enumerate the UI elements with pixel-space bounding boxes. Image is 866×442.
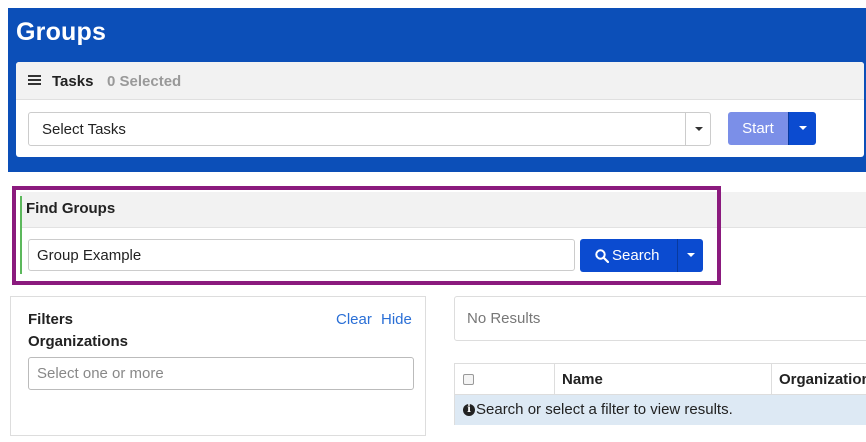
list-icon: [28, 75, 41, 86]
select-all-checkbox[interactable]: [463, 374, 474, 385]
select-tasks-dropdown[interactable]: Select Tasks: [28, 112, 711, 146]
results-table: Name Organization i Search or select a f…: [454, 363, 866, 425]
empty-results-row: i Search or select a filter to view resu…: [455, 395, 866, 425]
filters-panel: Filters Clear Hide Organizations: [10, 296, 426, 436]
info-circle-icon: i: [463, 404, 475, 416]
panel-accent-line: [20, 196, 22, 274]
results-summary-box: No Results: [454, 296, 866, 341]
select-tasks-caret[interactable]: [685, 113, 711, 145]
select-all-cell: [455, 364, 555, 395]
tasks-selected-count: 0 Selected: [107, 73, 182, 90]
search-button[interactable]: Search: [580, 239, 677, 272]
start-button[interactable]: Start: [728, 112, 788, 145]
tasks-label: Tasks: [52, 73, 94, 90]
chevron-down-icon: [799, 126, 807, 130]
search-button-label: Search: [612, 247, 660, 264]
column-header-organization[interactable]: Organization: [779, 371, 866, 388]
table-header-row: Name Organization: [455, 364, 866, 395]
find-groups-title: Find Groups: [26, 200, 116, 217]
select-tasks-value: Select Tasks: [42, 121, 126, 138]
magnifier-icon: [595, 249, 609, 263]
find-groups-header: [20, 192, 866, 228]
results-summary: No Results: [467, 310, 541, 327]
chevron-down-icon: [687, 253, 695, 257]
organizations-select[interactable]: [28, 357, 414, 390]
column-header-name: Name: [562, 371, 603, 388]
group-search-input[interactable]: [28, 239, 575, 271]
clear-filters-link[interactable]: Clear: [336, 311, 372, 328]
search-dropdown-toggle[interactable]: [677, 239, 703, 272]
start-dropdown-toggle[interactable]: [788, 112, 816, 145]
name-column-header[interactable]: Name: [555, 364, 772, 395]
tasks-panel-header: Tasks 0 Selected: [16, 62, 864, 100]
filters-title: Filters: [28, 311, 74, 328]
empty-results-message: Search or select a filter to view result…: [476, 401, 733, 418]
page-title: Groups: [16, 18, 107, 46]
organizations-label: Organizations: [28, 333, 129, 350]
chevron-down-icon: [695, 127, 703, 131]
tasks-panel: Tasks 0 Selected Select Tasks Start: [16, 62, 864, 157]
hide-filters-link[interactable]: Hide: [381, 311, 412, 328]
start-button-label: Start: [742, 120, 774, 137]
